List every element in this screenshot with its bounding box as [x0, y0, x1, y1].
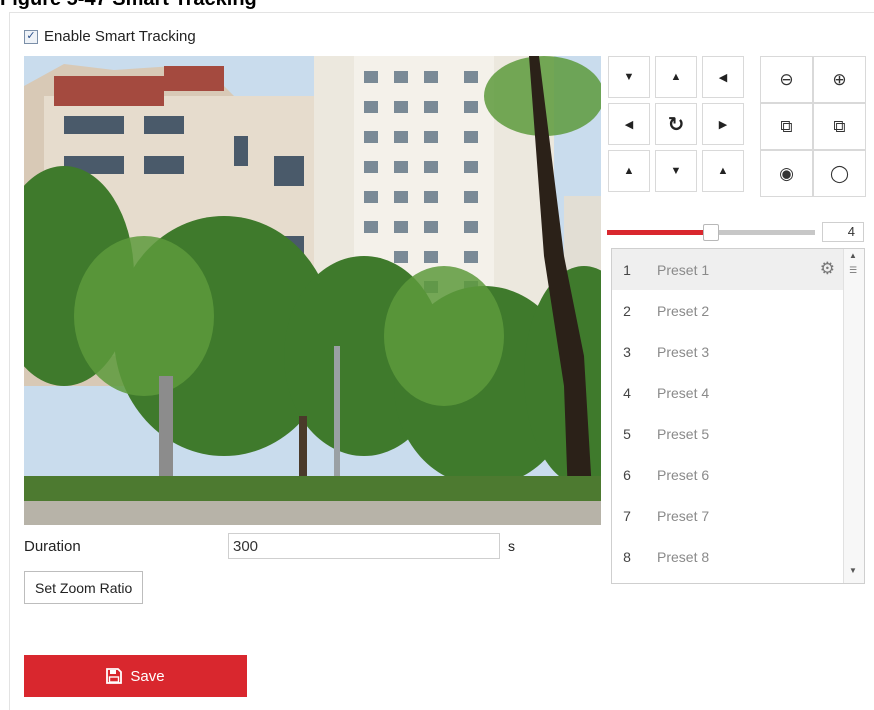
ptz-auto-rotate-button[interactable]: ↻ — [655, 103, 697, 145]
ptz-up-icon: ▲ — [670, 71, 682, 83]
focus-near-icon: ⧉ — [780, 116, 793, 136]
preset-name: Preset 5 — [657, 425, 710, 442]
gear-icon[interactable]: ⚙ — [820, 259, 835, 279]
preset-scrollbar[interactable]: ▲ ☰ ▼ — [843, 249, 864, 583]
iris-close-icon: ◉ — [779, 163, 794, 183]
scroll-up-arrow-icon[interactable]: ▲ — [849, 251, 857, 260]
preset-name: Preset 7 — [657, 507, 710, 524]
enable-label: Enable Smart Tracking — [44, 28, 196, 45]
ptz-up-button[interactable]: ▲ — [655, 56, 697, 98]
live-video-view[interactable] — [24, 56, 601, 525]
preset-item[interactable]: 4 Preset 4 — [612, 372, 843, 413]
preset-item[interactable]: 3 Preset 3 — [612, 331, 843, 372]
enable-checkbox[interactable]: ✓ — [24, 29, 38, 44]
preset-item[interactable]: 7 Preset 7 — [612, 495, 843, 536]
set-zoom-ratio-button[interactable]: Set Zoom Ratio — [24, 571, 144, 604]
preset-name: Preset 2 — [657, 302, 710, 319]
preset-number: 5 — [623, 425, 631, 442]
ptz-up-right-icon: ◀ — [718, 71, 728, 84]
iris-close-button[interactable]: ◉ — [760, 150, 813, 197]
preset-name: Preset 8 — [657, 548, 710, 565]
preset-number: 1 — [623, 261, 631, 278]
preset-number: 6 — [623, 466, 631, 483]
duration-unit: s — [508, 538, 515, 554]
duration-input[interactable] — [228, 533, 500, 559]
ptz-down-right-icon: ▲ — [717, 165, 729, 177]
floppy-disk-icon — [106, 668, 123, 684]
scroll-down-arrow-icon[interactable]: ▼ — [849, 566, 857, 575]
scroll-thumb[interactable]: ☰ — [847, 265, 859, 283]
iris-open-icon: ◯ — [829, 163, 850, 183]
preset-number: 7 — [623, 507, 631, 524]
lens-control-grid: ⊖ ⊕ ⧉ ⧉ ◉ ◯ — [760, 56, 866, 197]
enable-smart-tracking[interactable]: ✓ Enable Smart Tracking — [24, 28, 196, 45]
focus-near-button[interactable]: ⧉ — [760, 103, 813, 150]
preset-item[interactable]: 5 Preset 5 — [612, 413, 843, 454]
preset-item[interactable]: 1 Preset 1 ⚙ — [612, 249, 843, 290]
ptz-left-icon: ◀ — [624, 118, 634, 131]
preset-name: Preset 6 — [657, 466, 710, 483]
focus-far-button[interactable]: ⧉ — [813, 103, 866, 150]
preset-name: Preset 3 — [657, 343, 710, 360]
ptz-auto-rotate-icon: ↻ — [667, 113, 685, 136]
zoom-out-icon: ⊖ — [779, 69, 794, 89]
ptz-left-button[interactable]: ◀ — [608, 103, 650, 145]
document-heading: Figure 5-47 Smart Tracking — [0, 0, 257, 10]
preset-item[interactable]: 2 Preset 2 — [612, 290, 843, 331]
zoom-in-icon: ⊕ — [832, 69, 847, 89]
ptz-down-icon: ▼ — [670, 165, 682, 177]
preset-list: 1 Preset 1 ⚙ 2 Preset 2 3 Preset 3 4 Preset 4 5 Pr… — [612, 249, 843, 577]
iris-open-button[interactable]: ◯ — [813, 150, 866, 197]
ptz-down-left-button[interactable]: ▲ — [608, 150, 650, 192]
preset-list-panel: 1 Preset 1 ⚙ 2 Preset 2 3 Preset 3 4 Preset 4 5 Pr… — [611, 248, 865, 584]
ptz-speed-slider[interactable] — [607, 224, 815, 242]
ptz-up-left-icon: ▼ — [623, 71, 635, 83]
preset-name: Preset 1 — [657, 261, 710, 278]
slider-handle[interactable] — [703, 224, 719, 241]
ptz-down-left-icon: ▲ — [623, 165, 635, 177]
preset-item[interactable]: 6 Preset 6 — [612, 454, 843, 495]
direction-pad: ▼ ▲ ◀ ◀ ↻ ▶ ▲ ▼ ▲ — [608, 56, 744, 192]
ptz-right-button[interactable]: ▶ — [702, 103, 744, 145]
preset-number: 2 — [623, 302, 631, 319]
duration-label: Duration — [24, 538, 81, 555]
preset-item[interactable]: 8 Preset 8 — [612, 536, 843, 577]
zoom-in-button[interactable]: ⊕ — [813, 56, 866, 103]
speed-value: 4 — [822, 222, 864, 242]
preset-number: 4 — [623, 384, 631, 401]
preset-name: Preset 4 — [657, 384, 710, 401]
save-label: Save — [130, 667, 165, 685]
focus-far-icon: ⧉ — [833, 116, 846, 136]
ptz-up-left-button[interactable]: ▼ — [608, 56, 650, 98]
ptz-down-button[interactable]: ▼ — [655, 150, 697, 192]
ptz-right-icon: ▶ — [718, 118, 728, 131]
preset-number: 3 — [623, 343, 631, 360]
slider-fill — [607, 230, 711, 235]
save-button[interactable]: Save — [24, 655, 247, 697]
ptz-up-right-button[interactable]: ◀ — [702, 56, 744, 98]
ptz-down-right-button[interactable]: ▲ — [702, 150, 744, 192]
zoom-out-button[interactable]: ⊖ — [760, 56, 813, 103]
video-frame-image — [24, 56, 601, 525]
preset-number: 8 — [623, 548, 631, 565]
